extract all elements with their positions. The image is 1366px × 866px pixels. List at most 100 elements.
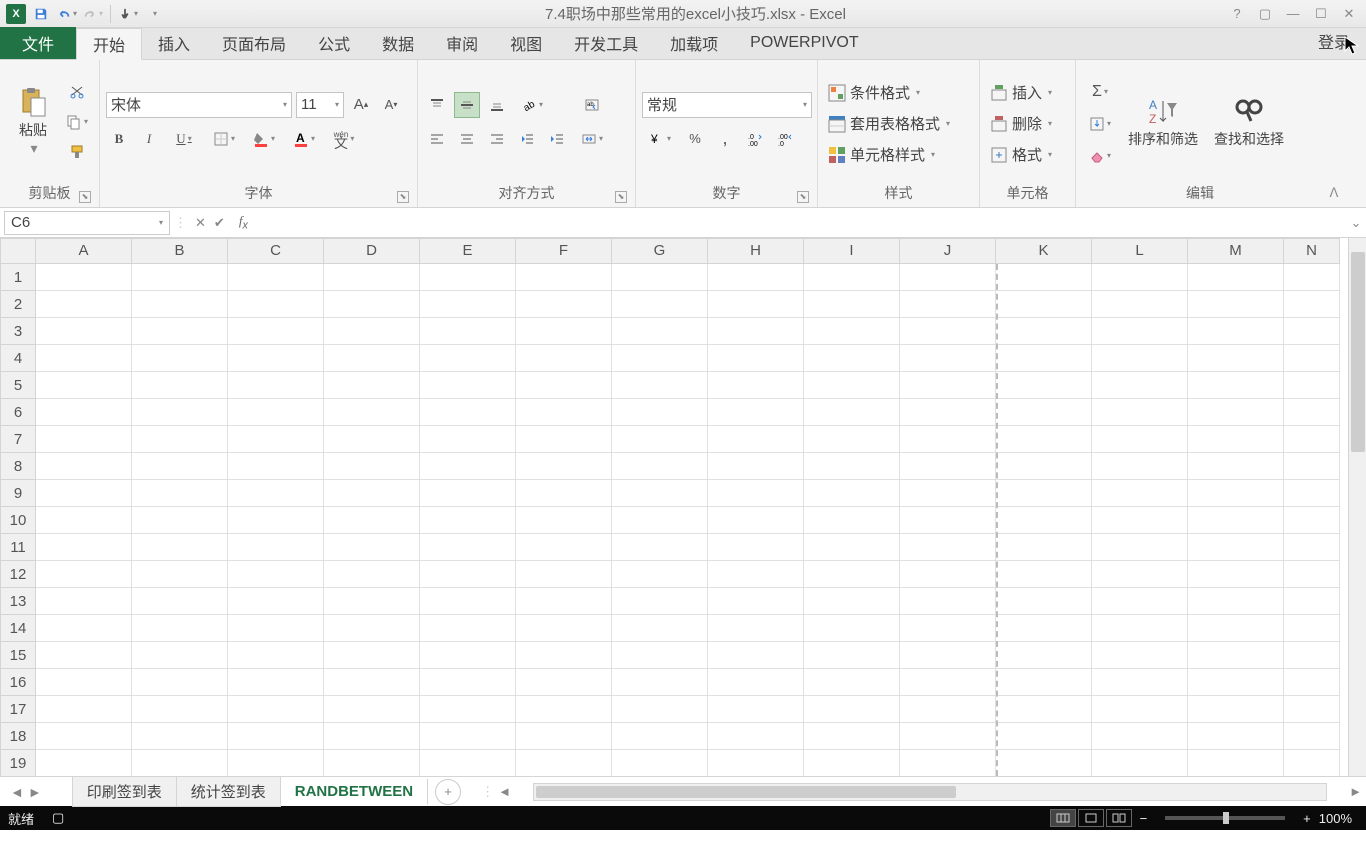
percent-button[interactable]: % — [682, 126, 708, 152]
cell[interactable] — [612, 372, 708, 399]
cell[interactable] — [1188, 642, 1284, 669]
touch-mode-button[interactable]: ▾ — [117, 3, 139, 25]
cell[interactable] — [420, 345, 516, 372]
row-header-18[interactable]: 18 — [0, 723, 36, 750]
cell[interactable] — [996, 507, 1092, 534]
cell[interactable] — [516, 318, 612, 345]
cell[interactable] — [132, 426, 228, 453]
cell[interactable] — [36, 453, 132, 480]
cell[interactable] — [132, 723, 228, 750]
row-header-4[interactable]: 4 — [0, 345, 36, 372]
select-all-corner[interactable] — [0, 238, 36, 264]
cell[interactable] — [1092, 426, 1188, 453]
cell[interactable] — [324, 507, 420, 534]
tab-view[interactable]: 视图 — [494, 27, 558, 59]
cell[interactable] — [804, 399, 900, 426]
zoom-level[interactable]: 100% — [1319, 811, 1352, 826]
cell[interactable] — [420, 372, 516, 399]
cell[interactable] — [1188, 426, 1284, 453]
fill-color-button[interactable]: ▾ — [246, 126, 282, 152]
cell[interactable] — [804, 345, 900, 372]
phonetic-button[interactable]: wén文▾ — [326, 126, 362, 152]
cell[interactable] — [708, 318, 804, 345]
cell[interactable] — [708, 534, 804, 561]
close-button[interactable]: ✕ — [1336, 3, 1362, 25]
cell[interactable] — [996, 723, 1092, 750]
find-select-button[interactable]: 查找和选择 — [1208, 64, 1290, 179]
cell[interactable] — [228, 561, 324, 588]
cell[interactable] — [1284, 723, 1340, 750]
cell[interactable] — [996, 561, 1092, 588]
cell[interactable] — [1284, 588, 1340, 615]
cell[interactable] — [132, 669, 228, 696]
insert-cells-button[interactable]: 插入▾ — [986, 80, 1056, 105]
cell[interactable] — [36, 615, 132, 642]
sheet-prev-button[interactable]: ◄ — [10, 784, 24, 800]
cell[interactable] — [804, 750, 900, 776]
cell[interactable] — [1284, 642, 1340, 669]
cell[interactable] — [420, 642, 516, 669]
cell[interactable] — [420, 480, 516, 507]
col-header-N[interactable]: N — [1284, 238, 1340, 264]
cell[interactable] — [1092, 372, 1188, 399]
cell[interactable] — [612, 669, 708, 696]
italic-button[interactable]: I — [136, 126, 162, 152]
cell[interactable] — [900, 264, 996, 291]
cell[interactable] — [708, 345, 804, 372]
cell[interactable] — [900, 345, 996, 372]
sheet-tab-3[interactable]: RANDBETWEEN — [280, 779, 428, 805]
cell[interactable] — [612, 399, 708, 426]
cell[interactable] — [132, 372, 228, 399]
cell[interactable] — [420, 453, 516, 480]
number-format-select[interactable]: 常规▾ — [642, 92, 812, 118]
row-header-1[interactable]: 1 — [0, 264, 36, 291]
cell[interactable] — [420, 669, 516, 696]
cell[interactable] — [1188, 696, 1284, 723]
cell[interactable] — [900, 615, 996, 642]
row-header-16[interactable]: 16 — [0, 669, 36, 696]
cell[interactable] — [420, 318, 516, 345]
align-launcher[interactable]: ⬊ — [615, 191, 627, 203]
cell[interactable] — [516, 534, 612, 561]
cell[interactable] — [420, 723, 516, 750]
cell[interactable] — [612, 561, 708, 588]
cell[interactable] — [900, 318, 996, 345]
cell[interactable] — [996, 318, 1092, 345]
col-header-M[interactable]: M — [1188, 238, 1284, 264]
cell[interactable] — [228, 507, 324, 534]
underline-button[interactable]: U▾ — [166, 126, 202, 152]
cell[interactable] — [996, 615, 1092, 642]
cell[interactable] — [1284, 291, 1340, 318]
cell[interactable] — [804, 696, 900, 723]
cell[interactable] — [324, 264, 420, 291]
font-color-button[interactable]: A▾ — [286, 126, 322, 152]
cell[interactable] — [612, 264, 708, 291]
cell[interactable] — [228, 696, 324, 723]
cell[interactable] — [1092, 399, 1188, 426]
cell[interactable] — [900, 291, 996, 318]
cell[interactable] — [996, 453, 1092, 480]
cell[interactable] — [804, 723, 900, 750]
hscroll-right-button[interactable]: ► — [1345, 784, 1366, 799]
cell[interactable] — [996, 399, 1092, 426]
cell[interactable] — [516, 615, 612, 642]
cell-styles-button[interactable]: 单元格样式▾ — [824, 142, 954, 167]
cell[interactable] — [1284, 696, 1340, 723]
cell[interactable] — [516, 696, 612, 723]
cell[interactable] — [132, 291, 228, 318]
cell[interactable] — [228, 669, 324, 696]
cell[interactable] — [804, 669, 900, 696]
copy-button[interactable]: ▾ — [64, 109, 90, 135]
cell[interactable] — [1188, 534, 1284, 561]
cell[interactable] — [132, 399, 228, 426]
cell[interactable] — [1092, 534, 1188, 561]
table-format-button[interactable]: 套用表格格式▾ — [824, 111, 954, 136]
undo-button[interactable]: ▾ — [56, 3, 78, 25]
cell[interactable] — [1092, 291, 1188, 318]
sheet-next-button[interactable]: ► — [28, 784, 42, 800]
cell[interactable] — [228, 372, 324, 399]
cell[interactable] — [900, 534, 996, 561]
row-header-10[interactable]: 10 — [0, 507, 36, 534]
cell[interactable] — [516, 642, 612, 669]
sign-in-button[interactable]: 登录 — [1302, 23, 1366, 59]
